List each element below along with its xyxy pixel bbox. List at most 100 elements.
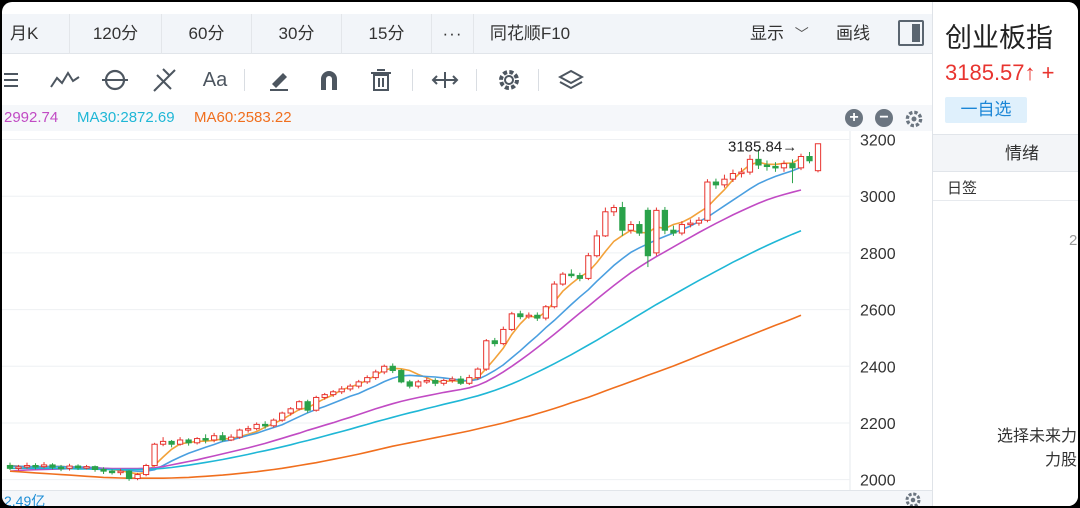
candle-body <box>117 470 124 474</box>
stock-name: 创业板指 <box>945 23 1053 53</box>
candle-body <box>279 412 286 421</box>
candle-body <box>304 401 311 411</box>
candle-body <box>406 381 413 387</box>
candle-body <box>398 370 405 383</box>
candle-body <box>66 465 73 469</box>
candle-body <box>729 173 737 180</box>
layers-icon[interactable] <box>554 63 588 97</box>
candle-body <box>712 181 720 186</box>
candle-body <box>627 224 635 231</box>
candle-body <box>6 464 14 469</box>
candle-body <box>176 439 184 445</box>
candle-body <box>330 391 337 396</box>
candle-body <box>593 235 600 257</box>
candle-body <box>185 439 192 444</box>
candle-body <box>193 438 201 444</box>
candle-body <box>338 388 345 393</box>
y-tick-label: 3000 <box>860 189 896 206</box>
candle-body <box>355 381 362 387</box>
panel-toggle-icon[interactable] <box>898 20 924 46</box>
candle-body <box>57 466 65 470</box>
line-chart-icon[interactable] <box>48 63 82 97</box>
ma10-value: 2992.74 <box>4 109 59 126</box>
candle-body <box>721 178 728 186</box>
y-tick-label: 3200 <box>860 133 896 150</box>
candle-body <box>245 428 252 431</box>
candle-body <box>40 464 48 468</box>
candle-body <box>772 165 779 169</box>
f10-button[interactable]: 同花顺F10 <box>474 14 586 54</box>
candle-body <box>738 171 745 175</box>
resize-icon[interactable] <box>428 63 462 97</box>
text-tool-label: Aa <box>202 68 228 91</box>
candle-body <box>636 224 643 234</box>
tab-monthly-k[interactable]: 月K <box>2 13 70 54</box>
candle-body <box>125 470 133 480</box>
candle-body <box>704 181 711 221</box>
candle-body <box>15 466 22 469</box>
candle-body <box>134 474 141 480</box>
candle-body <box>678 224 686 234</box>
candle-body <box>457 378 464 384</box>
add-watchlist-button[interactable]: 一自选 <box>945 97 1027 123</box>
volume-bar: 2.49亿 <box>2 490 932 506</box>
cycle-icon[interactable] <box>98 63 132 97</box>
tab-sentiment[interactable]: 情绪 <box>933 134 1078 172</box>
candle-body <box>91 466 99 470</box>
candle-body <box>423 379 430 383</box>
candle-body <box>381 365 388 373</box>
settings-icon[interactable] <box>492 63 526 97</box>
text-tool-icon[interactable]: Aa <box>198 63 232 97</box>
daily-sign-label: 日签 <box>947 180 978 197</box>
tab-15min[interactable]: 15分 <box>342 13 432 54</box>
candle-body <box>372 371 379 379</box>
candle-body <box>159 440 167 445</box>
candle-body <box>661 209 669 231</box>
y-tick-label: 2200 <box>860 416 896 433</box>
candle-body <box>602 211 609 237</box>
candle-body <box>449 378 456 382</box>
fork-icon[interactable] <box>148 63 182 97</box>
candle-body <box>687 222 694 226</box>
more-periods-button[interactable]: ··· <box>432 13 474 54</box>
app-window: 月K 120分 60分 30分 15分 ··· 同花顺F10 显示 ﹀ 画线 A… <box>2 2 1078 506</box>
candle-body <box>210 435 218 441</box>
candle-body <box>534 314 541 319</box>
list-icon[interactable] <box>2 63 32 97</box>
y-tick-label: 2600 <box>860 303 896 320</box>
candle-body <box>296 401 303 410</box>
trash-icon[interactable] <box>364 63 398 97</box>
magnet-icon[interactable] <box>312 63 346 97</box>
candle-body <box>228 436 235 441</box>
candle-body <box>142 464 150 476</box>
candle-body <box>347 385 354 390</box>
hint-text-2: 力股 <box>1045 452 1078 469</box>
tab-30min[interactable]: 30分 <box>252 13 342 54</box>
y-tick-label: 2000 <box>860 473 896 490</box>
candle-body <box>525 314 532 318</box>
toolbar-divider <box>412 69 413 91</box>
candle-body <box>542 306 549 319</box>
kline-chart[interactable]: 3200 3000 2800 2600 2400 2200 2000 3185.84→ <box>2 131 932 491</box>
candle-body <box>262 423 269 427</box>
zoom-in-icon[interactable]: + <box>845 109 863 127</box>
candle-body <box>797 156 805 169</box>
candle-body <box>74 465 82 469</box>
max-price-label: 3185.84→ <box>728 138 797 155</box>
zoom-out-icon[interactable]: − <box>875 109 893 127</box>
display-label: 显示 <box>750 24 784 43</box>
volume-settings-icon[interactable] <box>904 491 922 506</box>
candle-body <box>806 156 813 162</box>
display-menu-button[interactable]: 显示 ﹀ <box>750 14 809 54</box>
candle-body <box>219 435 226 441</box>
tab-120min[interactable]: 120分 <box>70 13 162 54</box>
candle-body <box>559 273 566 285</box>
candle-body <box>364 377 371 383</box>
toolbar-divider <box>244 69 245 91</box>
toolbar-divider <box>476 69 477 91</box>
candle-body <box>168 440 175 445</box>
eraser-icon[interactable] <box>262 63 296 97</box>
chevron-down-icon: ﹀ <box>794 26 809 42</box>
tab-60min[interactable]: 60分 <box>162 13 252 54</box>
draw-line-button[interactable]: 画线 <box>836 14 870 54</box>
